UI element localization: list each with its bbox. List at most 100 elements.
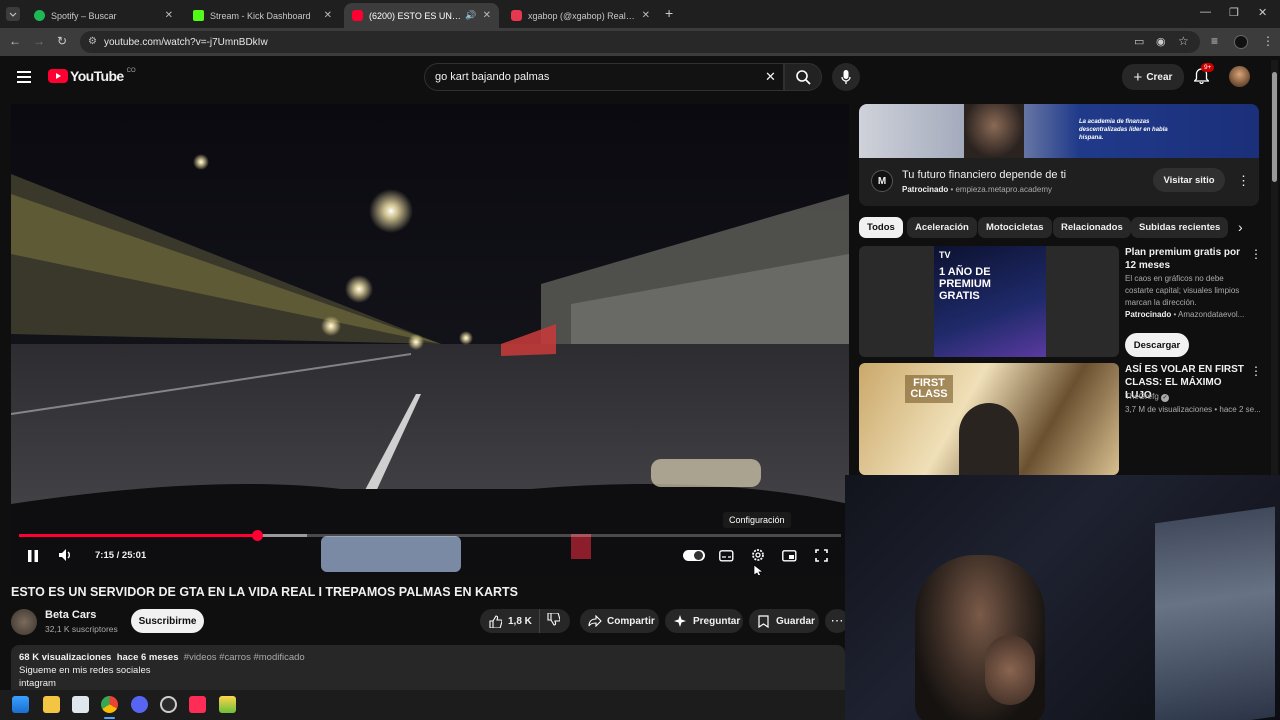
chip-subidas-recientes[interactable]: Subidas recientes [1131,217,1229,238]
channel-avatar[interactable] [11,609,37,635]
toggle-knob [694,551,703,560]
video-player[interactable]: 7:15 / 25:01 Configuración [11,104,849,575]
rec-thumbnail-ad[interactable]: TV 1 AÑO DE PREMIUM GRATIS [859,246,1119,357]
obs-icon[interactable] [160,696,177,713]
logo-text: YouTube [70,68,124,84]
tab-youtube[interactable]: (6200) ESTO ES UN SERVID 🔊 ✕ [344,3,499,28]
app-layers-icon[interactable] [219,696,236,713]
share-icon [588,615,602,627]
chip-aceleracion[interactable]: Aceleración [907,217,977,238]
search-query: go kart bajando palmas [435,71,550,83]
close-icon[interactable]: ✕ [165,10,173,21]
ad-banner-person [964,104,1024,158]
rec-menu-icon[interactable]: ⋮ [1250,247,1262,261]
volume-icon[interactable] [58,548,72,567]
profile-avatar[interactable] [1234,35,1248,49]
subscribe-button[interactable]: Suscribirme [131,609,204,633]
account-avatar[interactable] [1229,66,1250,87]
ask-button[interactable]: Preguntar [665,609,743,633]
rec-description: El caos en gráficos no debe costarte cap… [1125,274,1240,307]
speaker-icon[interactable]: 🔊 [465,10,476,21]
dislike-button[interactable] [540,612,561,629]
forward-icon[interactable]: → [33,34,45,48]
windows-taskbar [0,690,845,720]
close-icon[interactable]: ✕ [483,10,491,21]
chevron-right-icon[interactable]: › [1238,219,1243,235]
file-explorer-icon[interactable] [43,696,60,713]
discord-icon[interactable] [131,696,148,713]
scrollbar-thumb[interactable] [1272,72,1277,182]
ad-card[interactable]: M Tu futuro financiero depende de ti Pat… [859,158,1259,206]
share-button[interactable]: Compartir [580,609,659,633]
verified-icon: ✓ [1161,394,1170,402]
chip-relacionados[interactable]: Relacionados [1053,217,1131,238]
tracking-icon[interactable]: ◉ [1156,35,1166,48]
download-button[interactable]: Descargar [1125,333,1189,357]
autoplay-toggle[interactable] [683,550,705,561]
windows-start-icon[interactable] [12,696,29,713]
chip-todos[interactable]: Todos [859,217,903,238]
tab-search-icon[interactable] [6,7,20,21]
ad-menu-icon[interactable]: ⋮ [1237,173,1250,189]
miniplayer-icon[interactable] [782,549,797,567]
create-button[interactable]: + Crear [1122,64,1184,90]
search-input[interactable]: go kart bajando palmas ✕ [424,63,784,91]
chrome-icon[interactable] [101,696,118,713]
rec-thumbnail[interactable]: FIRST CLASS [859,363,1119,475]
save-button[interactable]: Guardar [749,609,819,633]
thumbs-down-icon [547,612,561,626]
kick-icon [193,10,204,21]
rec-sponsor-line: Patrocinado • Amazondataevol... [1125,310,1245,319]
close-icon[interactable]: ✕ [642,10,650,21]
cast-icon[interactable]: ▭ [1134,35,1144,48]
pause-icon[interactable] [27,549,39,567]
bookmark-star-icon[interactable]: ☆ [1178,34,1189,48]
reload-icon[interactable]: ↻ [57,34,67,48]
subtitles-icon[interactable] [719,549,734,567]
sparkle-icon [674,615,686,627]
youtube-logo[interactable]: YouTube CO [48,68,136,84]
tab-spotify[interactable]: Spotify – Buscar ✕ [26,3,181,28]
create-label: Crear [1146,71,1173,83]
voice-search-button[interactable] [832,63,860,91]
kick-realtime-icon [511,10,522,21]
visit-site-button[interactable]: Visitar sitio [1153,168,1225,192]
video-frame [11,104,849,575]
address-bar[interactable]: ⚙ youtube.com/watch?v=-j7UmnBDkIw ▭ ◉ ☆ [80,31,1200,53]
browser-tab-bar: Spotify – Buscar ✕ Stream - Kick Dashboar… [0,0,1280,28]
notifications-button[interactable]: 9+ [1192,63,1215,89]
clear-search-icon[interactable]: ✕ [765,69,776,85]
new-tab-button[interactable]: + [665,5,673,21]
fullscreen-icon[interactable] [815,549,828,567]
chip-motocicletas[interactable]: Motocicletas [978,217,1052,238]
rec-channel[interactable]: TheGrefg ✓ [1125,392,1170,402]
rec-menu-icon[interactable]: ⋮ [1250,364,1262,378]
close-window-icon[interactable]: ✕ [1258,6,1267,19]
restore-icon[interactable]: ❐ [1229,6,1239,19]
ad-banner[interactable]: La academia de finanzas descentralizadas… [859,104,1259,158]
tab-title: Stream - Kick Dashboard [210,10,311,21]
minimize-icon[interactable]: — [1200,6,1211,18]
tiktok-icon[interactable] [189,696,206,713]
back-icon[interactable]: ← [9,34,21,48]
channel-name[interactable]: Beta Cars [45,609,96,621]
rec-title[interactable]: Plan premium gratis por 12 meses [1125,246,1245,272]
description-meta-line: 68 K visualizaciones hace 6 meses #video… [19,651,837,664]
site-info-icon[interactable]: ⚙ [88,36,97,47]
youtube-logo-icon [48,69,68,83]
reading-list-icon[interactable]: ≡ [1211,34,1218,48]
hashtags[interactable]: #videos #carros #modificado [184,652,305,663]
tab-kick[interactable]: Stream - Kick Dashboard ✕ [185,3,340,28]
like-button[interactable]: 1,8 K [480,609,540,633]
tab-kick-realtime[interactable]: xgabop (@xgabop) Realtime Ki ✕ [503,3,658,28]
chrome-menu-icon[interactable]: ⋮ [1262,34,1274,48]
app-icon[interactable] [72,696,89,713]
search-button[interactable] [784,63,822,91]
progress-bar-track[interactable] [19,530,841,541]
menu-icon[interactable] [17,70,31,83]
close-icon[interactable]: ✕ [324,10,332,21]
channel-name: TheGrefg [1125,392,1159,401]
description-line: intagram [19,678,56,689]
browser-toolbar: ← → ↻ ⚙ youtube.com/watch?v=-j7UmnBDkIw … [0,28,1280,56]
share-label: Compartir [607,615,655,627]
